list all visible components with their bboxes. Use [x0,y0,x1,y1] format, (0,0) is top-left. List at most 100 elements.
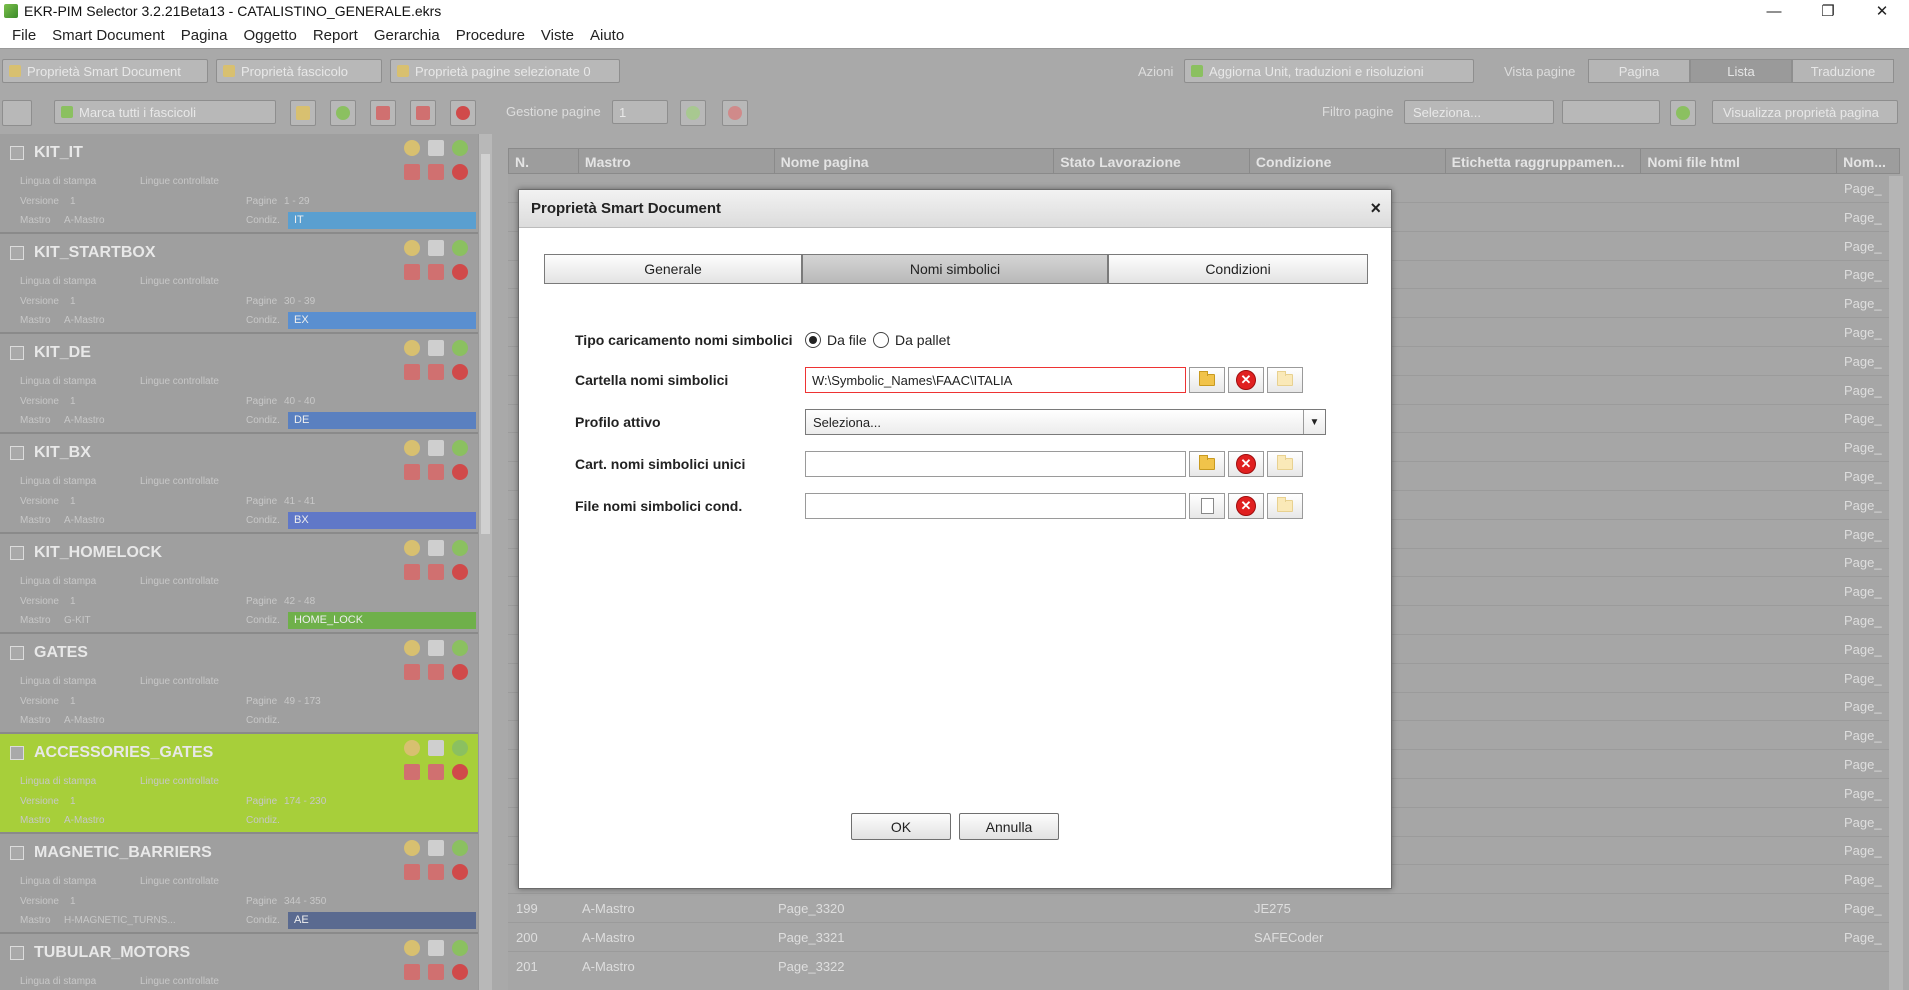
file-cond-input[interactable] [805,493,1186,519]
tab-condizioni[interactable]: Condizioni [1108,254,1368,284]
delete-icon[interactable] [452,364,468,380]
copy-icon[interactable] [428,540,444,556]
copy-icon[interactable] [428,140,444,156]
minimize-button[interactable]: — [1747,0,1801,22]
annulla-button[interactable]: Annulla [959,813,1059,840]
fascicolo-item[interactable]: KIT_DE Lingua di stampa Lingue controllate… [0,334,478,434]
radio-da-file[interactable] [805,332,821,348]
up-icon[interactable] [404,864,420,880]
edit-icon[interactable] [404,240,420,256]
col-n[interactable]: N. [509,149,579,173]
col-mastro[interactable]: Mastro [579,149,775,173]
cartella-browse-button[interactable] [1189,367,1225,393]
delete-icon[interactable] [452,764,468,780]
fascicolo-item[interactable]: GATES Lingua di stampa Lingue controllate V… [0,634,478,734]
col-etichetta[interactable]: Etichetta raggruppamen... [1446,149,1642,173]
edit-icon[interactable] [404,840,420,856]
remove-page-icon[interactable] [722,100,748,126]
fascicolo-checkbox[interactable] [10,346,24,360]
edit-icon[interactable] [404,940,420,956]
cartella-input[interactable] [805,367,1186,393]
delete-icon[interactable] [452,164,468,180]
dialog-close-icon[interactable]: × [1370,198,1381,219]
delete-icon[interactable] [452,464,468,480]
fascicolo-checkbox[interactable] [10,246,24,260]
filtro-input[interactable] [1562,100,1660,124]
down-icon[interactable] [428,764,444,780]
fascicolo-checkbox[interactable] [10,746,24,760]
profilo-select[interactable]: Seleziona... ▼ [805,409,1326,435]
menu-oggetto[interactable]: Oggetto [235,27,304,44]
check-icon[interactable] [452,940,468,956]
check-icon[interactable] [452,640,468,656]
down-icon[interactable] [428,364,444,380]
fascicolo-item[interactable]: KIT_BX Lingua di stampa Lingue controllate… [0,434,478,534]
fascicolo-item[interactable]: KIT_STARTBOX Lingua di stampa Lingue contr… [0,234,478,334]
prop-smart-document-button[interactable]: Proprietà Smart Document [2,59,208,83]
azioni-dropdown[interactable]: Aggiorna Unit, traduzioni e risoluzioni [1184,59,1474,83]
edit-icon[interactable] [404,540,420,556]
fascicolo-checkbox[interactable] [10,846,24,860]
edit-icon[interactable] [404,340,420,356]
visualizza-proprieta-button[interactable]: Visualizza proprietà pagina [1712,100,1898,124]
prop-fascicolo-button[interactable]: Proprietà fascicolo [216,59,382,83]
restore-button[interactable]: ❐ [1801,0,1855,22]
down-icon[interactable] [428,264,444,280]
edit-icon[interactable] [404,740,420,756]
cartella-clear-button[interactable]: ✕ [1228,367,1264,393]
copy-icon[interactable] [428,740,444,756]
down-icon[interactable] [428,564,444,580]
cart-unici-open-button[interactable] [1267,451,1303,477]
delete-icon[interactable] [452,864,468,880]
delete-icon[interactable] [452,264,468,280]
cart-unici-clear-button[interactable]: ✕ [1228,451,1264,477]
col-condizione[interactable]: Condizione [1250,149,1446,173]
prop-pagine-button[interactable]: Proprietà pagine selezionate 0 [390,59,620,83]
tab-generale[interactable]: Generale [544,254,802,284]
check-icon[interactable] [452,240,468,256]
edit-icon[interactable] [404,440,420,456]
fascicolo-item[interactable]: TUBULAR_MOTORS Lingua di stampa Lingue con… [0,934,478,990]
down-icon[interactable] [428,464,444,480]
fascicolo-checkbox[interactable] [10,146,24,160]
add-page-icon[interactable] [680,100,706,126]
fascicoli-scrollbar[interactable] [478,134,492,990]
check-icon[interactable] [452,340,468,356]
copy-icon[interactable] [428,440,444,456]
up-icon[interactable] [370,100,396,126]
fascicolo-checkbox[interactable] [10,446,24,460]
check-icon[interactable] [452,540,468,556]
cart-unici-browse-button[interactable] [1189,451,1225,477]
down-icon[interactable] [428,164,444,180]
menu-pagina[interactable]: Pagina [173,27,236,44]
radio-da-pallet[interactable] [873,332,889,348]
delete-icon[interactable] [452,564,468,580]
filtro-pagine-select[interactable]: Seleziona... [1404,100,1554,124]
menu-viste[interactable]: Viste [533,27,582,44]
cart-unici-input[interactable] [805,451,1186,477]
delete-icon[interactable] [450,100,476,126]
table-scrollbar[interactable] [1889,176,1903,990]
edit-icon[interactable] [404,140,420,156]
fascicolo-item[interactable]: ACCESSORIES_GATES Lingua di stampa Lingue … [0,734,478,834]
up-icon[interactable] [404,564,420,580]
up-icon[interactable] [404,164,420,180]
copy-icon[interactable] [428,240,444,256]
file-cond-browse-button[interactable] [1189,493,1225,519]
table-row[interactable]: 201 A-Mastro Page_3322 [508,952,1900,981]
copy-icon[interactable] [428,840,444,856]
view-pagina-button[interactable]: Pagina [1588,59,1690,83]
check-icon[interactable] [452,440,468,456]
copy-icon[interactable] [428,340,444,356]
copy-icon[interactable] [428,940,444,956]
menu-report[interactable]: Report [305,27,366,44]
close-window-button[interactable]: ✕ [1855,0,1909,22]
table-row[interactable]: 199 A-Mastro Page_3320 JE275 [508,894,1900,923]
up-icon[interactable] [404,964,420,980]
check-icon[interactable] [452,140,468,156]
check-icon[interactable] [452,740,468,756]
col-nomi-file-html[interactable]: Nomi file html [1641,149,1838,173]
delete-icon[interactable] [452,664,468,680]
view-traduzione-button[interactable]: Traduzione [1792,59,1894,83]
edit-icon[interactable] [290,100,316,126]
